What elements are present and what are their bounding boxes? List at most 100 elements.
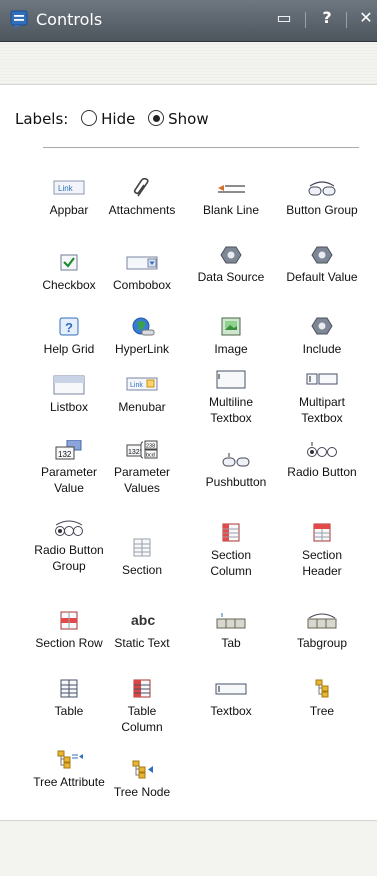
control-label: Menubar [118, 400, 166, 414]
control-item[interactable]: HyperLink [106, 317, 178, 357]
control-item[interactable]: Section Column [195, 523, 267, 579]
panel-button[interactable]: ▭ [272, 8, 296, 30]
section-header-icon [313, 523, 331, 542]
control-label: Tabgroup [296, 636, 348, 650]
divider [43, 147, 359, 148]
labels-caption: Labels: [15, 110, 69, 128]
close-icon: ✕ [359, 8, 373, 27]
control-item[interactable]: Tabgroup [286, 611, 358, 651]
control-item[interactable]: Link Appbar [33, 178, 105, 218]
textbox-icon [215, 683, 247, 695]
data-source-icon [220, 246, 242, 264]
control-item[interactable]: Tree [286, 679, 358, 719]
control-item[interactable]: Attachments [106, 178, 178, 218]
parameter-value-icon: 132 [55, 440, 82, 460]
labels-option-row: Labels: Hide Show [15, 110, 209, 128]
control-item[interactable]: Tab [195, 611, 267, 651]
control-item[interactable]: Section Header [286, 523, 358, 579]
globe-link-icon [132, 317, 155, 336]
controls-window: Controls ▭ ? ✕ Labels: Hide Show Link Ap… [0, 0, 377, 876]
svg-text:bcd: bcd [146, 453, 155, 459]
control-item[interactable]: Image [195, 317, 267, 357]
control-item[interactable]: Combobox [106, 253, 178, 293]
control-label: Tree [309, 704, 335, 718]
include-icon [311, 317, 333, 335]
radio-button-group-icon [55, 520, 83, 536]
control-label: Combobox [112, 278, 172, 292]
window-title: Controls [36, 10, 103, 29]
control-label: Button Group [286, 203, 358, 217]
svg-text:132: 132 [128, 449, 140, 456]
control-label: Include [302, 342, 342, 356]
control-item[interactable]: Pushbutton [200, 450, 272, 490]
control-label: Checkbox [42, 278, 96, 292]
control-label: Help Grid [43, 342, 95, 356]
svg-text:abc: abc [131, 612, 155, 628]
control-label: Default Value [286, 270, 358, 284]
section-icon [133, 538, 151, 557]
close-button[interactable]: ✕ [356, 8, 376, 30]
control-label: Table Column [121, 704, 163, 734]
panel-icon: ▭ [276, 8, 292, 27]
menubar-icon: Link [126, 377, 158, 391]
control-item[interactable]: Tree Node [106, 760, 178, 800]
control-item[interactable]: Radio Button [286, 440, 358, 480]
control-item[interactable]: Section [106, 538, 178, 578]
control-item[interactable]: Radio Button Group [33, 518, 105, 574]
multiline-textbox-icon [216, 370, 246, 389]
checkbox-icon [60, 254, 78, 271]
svg-text:?: ? [65, 320, 73, 335]
show-label: Show [168, 110, 209, 128]
tabgroup-icon [307, 613, 337, 629]
control-item[interactable]: 132 238 bcd Parameter Values [106, 440, 178, 496]
control-item[interactable]: Checkbox [33, 253, 105, 293]
control-item[interactable]: Multipart Textbox [286, 370, 358, 426]
control-label: Table [54, 704, 84, 718]
control-label: Pushbutton [205, 475, 267, 489]
control-item[interactable]: Textbox [195, 679, 267, 719]
hide-label: Hide [101, 110, 136, 128]
control-item[interactable]: Tree Attribute [33, 750, 105, 790]
appbar-link-icon: Link [53, 180, 85, 195]
svg-text:Link: Link [58, 184, 74, 193]
control-item[interactable]: ? Help Grid [33, 317, 105, 357]
control-item[interactable]: Include [286, 317, 358, 357]
separator [305, 12, 306, 28]
control-item[interactable]: Link Menubar [106, 375, 178, 415]
control-item[interactable]: Table [33, 679, 105, 719]
control-label: Appbar [49, 203, 89, 217]
control-item[interactable]: Button Group [286, 178, 358, 218]
static-text-icon: abc [131, 612, 155, 628]
control-item[interactable]: Section Row [33, 611, 105, 651]
control-item[interactable]: abc Static Text [106, 611, 178, 651]
title-bar: Controls ▭ ? ✕ [0, 0, 377, 42]
tree-attribute-icon [57, 750, 83, 769]
blank-line-icon [218, 185, 245, 193]
paperclip-icon [133, 178, 149, 197]
control-item[interactable]: Default Value [286, 245, 358, 285]
control-item[interactable]: Data Source [195, 245, 267, 285]
control-item[interactable]: 132 Parameter Value [33, 440, 105, 496]
listbox-icon [53, 375, 85, 395]
control-label: Data Source [197, 270, 265, 284]
help-button[interactable]: ? [317, 8, 337, 30]
combobox-icon [126, 256, 158, 270]
control-label: Section Row [35, 636, 103, 650]
control-item[interactable]: Multiline Textbox [195, 370, 267, 426]
control-label: Section [121, 563, 163, 577]
control-label: Radio Button [287, 465, 357, 479]
control-item[interactable]: Listbox [33, 375, 105, 415]
control-label: Radio Button Group [34, 543, 104, 573]
separator [346, 12, 347, 28]
show-radio[interactable] [148, 110, 165, 126]
multipart-textbox-icon [306, 373, 338, 385]
table-icon [60, 679, 78, 698]
control-label: Section Column [210, 548, 252, 578]
tab-icon [216, 613, 246, 629]
control-label: Tree Node [113, 785, 171, 799]
help-icon: ? [59, 317, 79, 336]
control-item[interactable]: Blank Line [195, 178, 267, 218]
hide-radio[interactable] [81, 110, 98, 126]
control-item[interactable]: Table Column [106, 679, 178, 735]
control-label: Image [214, 342, 248, 356]
